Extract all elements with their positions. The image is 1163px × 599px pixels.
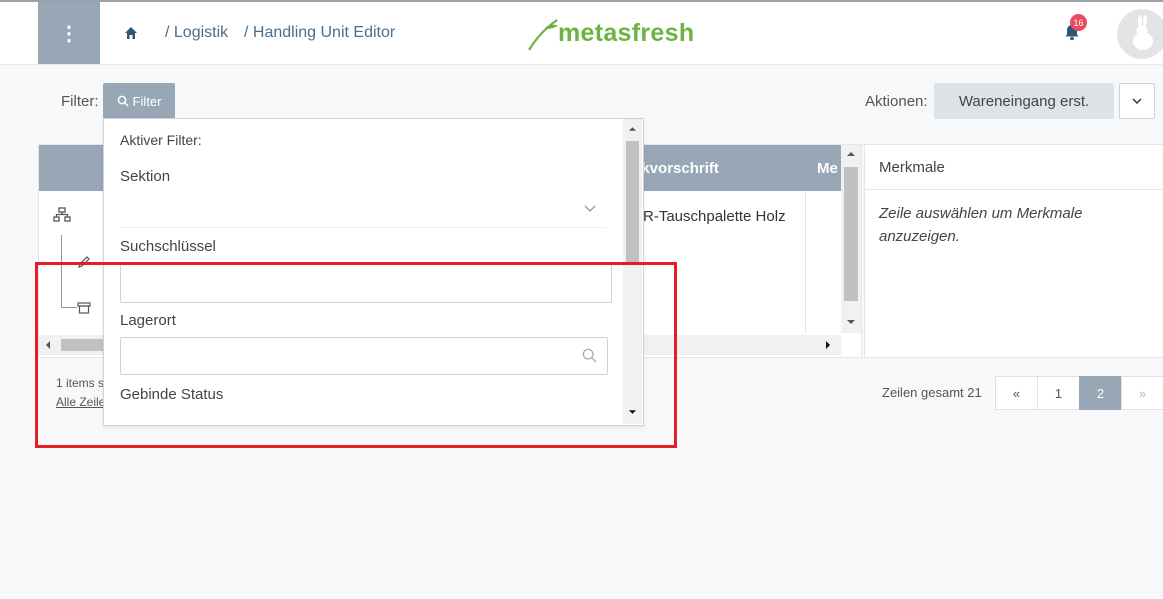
table-vscroll-thumb[interactable] <box>844 167 858 301</box>
filter-dropdown: Aktiver Filter: Sektion Suchschlüssel La… <box>103 118 644 426</box>
search-icon[interactable] <box>582 348 597 363</box>
tree-line <box>61 235 62 307</box>
merkmale-title: Merkmale <box>865 145 1163 190</box>
cell-packing-instruction[interactable]: R-Tauschpalette Holz <box>643 208 786 225</box>
page-1-button[interactable]: 1 <box>1037 376 1080 410</box>
scroll-left-icon[interactable] <box>45 340 51 350</box>
logo-text: metasfresh <box>558 19 695 47</box>
table-vertical-scrollbar[interactable] <box>841 145 861 333</box>
notification-badge: 16 <box>1070 14 1087 31</box>
wareneingang-button[interactable]: Wareneingang erst. <box>934 83 1114 119</box>
merkmale-empty-text: Zeile auswählen um Merkmale anzuzeigen. <box>879 205 1083 245</box>
table-hscroll-thumb[interactable] <box>61 339 109 351</box>
sektion-select[interactable] <box>120 191 606 228</box>
box-icon <box>77 302 91 314</box>
scroll-right-icon[interactable] <box>825 340 831 350</box>
page-first-button[interactable]: « <box>995 376 1038 410</box>
active-filter-label: Aktiver Filter: <box>120 132 202 148</box>
filter-button[interactable]: Filter <box>103 83 175 119</box>
app-header: ⋮ / Logistik / Handling Unit Editor meta… <box>0 2 1163 65</box>
merkmale-panel: Merkmale Zeile auswählen um Merkmale anz… <box>864 144 1163 358</box>
main-menu-button[interactable]: ⋮ <box>38 2 100 64</box>
column-header-me[interactable]: Me <box>817 160 838 177</box>
avatar[interactable] <box>1117 9 1163 59</box>
suchschluessel-input[interactable] <box>120 263 612 303</box>
lagerort-input[interactable] <box>120 337 608 375</box>
column-divider <box>805 191 806 333</box>
filter-dropdown-scrollbar[interactable] <box>623 119 642 424</box>
lagerort-label: Lagerort <box>120 312 176 329</box>
chevron-down-icon <box>584 205 596 212</box>
items-selected-text: 1 items s <box>56 376 105 390</box>
pagination: « 1 2 » <box>995 376 1163 410</box>
gebinde-status-label: Gebinde Status <box>120 386 224 403</box>
breadcrumb-logistik[interactable]: / Logistik <box>165 24 228 42</box>
search-icon <box>117 95 129 107</box>
select-all-link[interactable]: Alle Zeile <box>56 395 105 409</box>
hierarchy-icon[interactable] <box>53 207 71 223</box>
actions-label: Aktionen: <box>865 93 928 110</box>
user-rabbit-icon <box>1133 15 1153 50</box>
pencil-icon <box>78 256 90 268</box>
home-icon[interactable] <box>123 25 139 41</box>
breadcrumb-hu-editor[interactable]: / Handling Unit Editor <box>244 24 395 42</box>
metasfresh-logo-icon <box>528 19 558 51</box>
scroll-down-icon[interactable] <box>846 319 856 325</box>
scroll-down-icon[interactable] <box>628 409 637 415</box>
scroll-up-icon[interactable] <box>846 151 856 157</box>
filter-dropdown-scroll-thumb[interactable] <box>626 141 639 262</box>
filter-button-label: Filter <box>132 93 162 109</box>
kebab-menu-icon: ⋮ <box>59 22 79 45</box>
column-header-packing[interactable]: ckvorschrift <box>633 160 719 177</box>
total-rows-text: Zeilen gesamt 21 <box>882 385 982 400</box>
sektion-label: Sektion <box>120 168 171 185</box>
tree-line-branch <box>61 307 77 308</box>
actions-dropdown-button[interactable] <box>1119 83 1155 119</box>
chevron-down-icon <box>1132 98 1142 104</box>
page-2-button[interactable]: 2 <box>1079 376 1122 410</box>
scroll-up-icon[interactable] <box>628 126 637 132</box>
filter-label: Filter: <box>61 93 99 110</box>
page-last-button[interactable]: » <box>1121 376 1163 410</box>
suchschluessel-label: Suchschlüssel <box>120 238 216 255</box>
